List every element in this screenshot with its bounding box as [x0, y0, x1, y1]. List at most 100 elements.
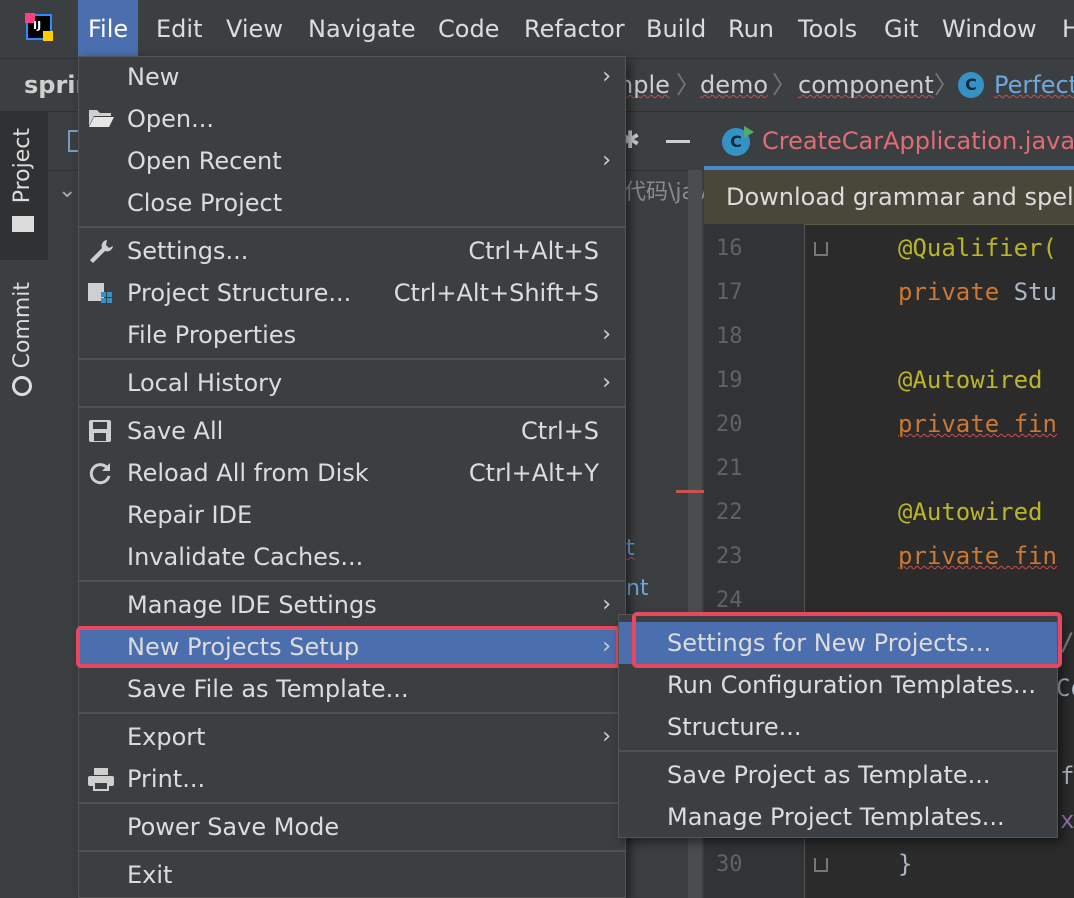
- submenu-arrow-icon: ›: [602, 322, 611, 347]
- menu-separator: [79, 358, 625, 360]
- code-token-keyword: private: [898, 278, 1014, 306]
- hide-panel-icon[interactable]: [666, 140, 690, 143]
- fold-marker-icon[interactable]: [814, 858, 828, 872]
- menu-item-close-project[interactable]: Close Project: [79, 182, 625, 224]
- code-token-type: Stu: [1013, 278, 1057, 306]
- line-number: 17: [716, 280, 743, 305]
- menu-item-power-save-mode[interactable]: Power Save Mode: [79, 806, 625, 848]
- menu-item-save-file-as-template[interactable]: Save File as Template...: [79, 668, 625, 710]
- code-line[interactable]: @Qualifier(: [898, 234, 1057, 262]
- line-number: 23: [716, 544, 743, 569]
- print-icon: [87, 766, 115, 792]
- menu-separator: [619, 750, 1057, 752]
- menu-separator: [79, 850, 625, 852]
- menu-item-local-history[interactable]: Local History ›: [79, 362, 625, 404]
- menu-separator: [79, 226, 625, 228]
- menu-build[interactable]: Build: [636, 0, 716, 58]
- code-line[interactable]: private fin: [898, 410, 1057, 438]
- menu-item-export[interactable]: Export ›: [79, 716, 625, 758]
- menu-refactor[interactable]: Refactor: [514, 0, 635, 58]
- menu-separator: [79, 406, 625, 408]
- error-stripe-mark: [676, 490, 704, 493]
- editor-tab-createcarapplication[interactable]: CreateCarApplication.java: [762, 112, 1074, 170]
- breadcrumb-package-component[interactable]: component: [798, 58, 934, 112]
- menu-separator: [79, 802, 625, 804]
- code-fragment: x: [1060, 806, 1074, 834]
- menu-view[interactable]: View: [216, 0, 293, 58]
- breadcrumb-separator: 〉: [772, 71, 796, 99]
- submenu-arrow-icon: ›: [602, 64, 611, 89]
- code-line[interactable]: }: [898, 850, 912, 878]
- menu-item-new[interactable]: New ›: [79, 56, 625, 98]
- menu-item-invalidate-caches[interactable]: Invalidate Caches...: [79, 536, 625, 578]
- menu-tools[interactable]: Tools: [788, 0, 867, 58]
- menu-item-exit[interactable]: Exit: [79, 854, 625, 896]
- menu-item-manage-ide-settings[interactable]: Manage IDE Settings ›: [79, 584, 625, 626]
- menu-item-print[interactable]: Print...: [79, 758, 625, 800]
- menu-item-open[interactable]: Open...: [79, 98, 625, 140]
- menu-window[interactable]: Window: [932, 0, 1047, 58]
- menu-separator: [79, 580, 625, 582]
- submenu-item-manage-project-templates[interactable]: Manage Project Templates...: [619, 796, 1057, 838]
- menu-help[interactable]: H: [1052, 0, 1074, 58]
- line-number: 24: [716, 588, 743, 613]
- menu-run[interactable]: Run: [718, 0, 784, 58]
- annotation-highlight-frame: [76, 626, 620, 668]
- menu-file[interactable]: File: [78, 0, 139, 58]
- menu-item-repair-ide[interactable]: Repair IDE: [79, 494, 625, 536]
- line-number: 19: [716, 368, 743, 393]
- breadcrumb-separator: 〉: [934, 71, 958, 99]
- code-fragment: //: [1060, 628, 1074, 656]
- line-number: 18: [716, 324, 743, 349]
- submenu-arrow-icon: ›: [602, 724, 611, 749]
- submenu-arrow-icon: ›: [602, 148, 611, 173]
- reload-icon: [87, 460, 115, 486]
- menu-code[interactable]: Code: [428, 0, 509, 58]
- menu-item-settings[interactable]: Settings... Ctrl+Alt+S: [79, 230, 625, 272]
- menu-edit[interactable]: Edit: [146, 0, 212, 58]
- line-number: 16: [716, 236, 743, 261]
- code-fragment: Co: [1056, 674, 1074, 702]
- java-class-icon: C: [722, 126, 754, 156]
- notification-text[interactable]: Download grammar and spelling: [726, 170, 1074, 224]
- intellij-logo-icon: IJ: [25, 13, 53, 41]
- submenu-arrow-icon: ›: [602, 370, 611, 395]
- menu-separator: [79, 712, 625, 714]
- submenu-item-run-configuration-templates[interactable]: Run Configuration Templates...: [619, 664, 1057, 706]
- breadcrumb-package-demo[interactable]: demo: [700, 58, 768, 112]
- tree-expand-chevron-icon[interactable]: ⌄: [58, 178, 76, 203]
- menu-git[interactable]: Git: [874, 0, 929, 58]
- breadcrumb-separator: 〉: [676, 71, 700, 99]
- project-tool-label[interactable]: Project: [10, 128, 35, 203]
- code-line[interactable]: private fin: [898, 542, 1057, 570]
- menu-item-project-structure[interactable]: Project Structure... Ctrl+Alt+Shift+S: [79, 272, 625, 314]
- menu-item-reload-all-from-disk[interactable]: Reload All from Disk Ctrl+Alt+Y: [79, 452, 625, 494]
- code-fragment: f: [1060, 762, 1074, 790]
- commit-tool-label[interactable]: Commit: [10, 282, 35, 368]
- commit-icon: [12, 376, 32, 396]
- save-icon: [87, 418, 115, 444]
- folder-icon: [12, 216, 34, 232]
- folder-open-icon: [87, 106, 115, 132]
- code-line[interactable]: private Stu: [898, 278, 1057, 306]
- fold-marker-icon[interactable]: [814, 242, 828, 256]
- tree-node-fragment: t: [626, 536, 635, 561]
- project-structure-icon: [87, 280, 115, 306]
- menu-item-save-all[interactable]: Save All Ctrl+S: [79, 410, 625, 452]
- breadcrumb-class[interactable]: Perfect: [994, 58, 1074, 112]
- submenu-item-save-project-as-template[interactable]: Save Project as Template...: [619, 754, 1057, 796]
- menu-item-open-recent[interactable]: Open Recent ›: [79, 140, 625, 182]
- submenu-arrow-icon: ›: [602, 592, 611, 617]
- wrench-icon: [87, 238, 115, 264]
- annotation-highlight-frame: [632, 612, 1062, 668]
- menu-navigate[interactable]: Navigate: [298, 0, 426, 58]
- java-class-icon: C: [958, 72, 984, 98]
- line-number: 20: [716, 412, 743, 437]
- code-line[interactable]: @Autowired: [898, 366, 1043, 394]
- submenu-item-structure[interactable]: Structure...: [619, 706, 1057, 748]
- menu-item-file-properties[interactable]: File Properties ›: [79, 314, 625, 356]
- line-number: 30: [716, 852, 743, 877]
- code-line[interactable]: @Autowired: [898, 498, 1043, 526]
- tree-node-fragment: nt: [626, 576, 649, 601]
- line-number: 21: [716, 456, 743, 481]
